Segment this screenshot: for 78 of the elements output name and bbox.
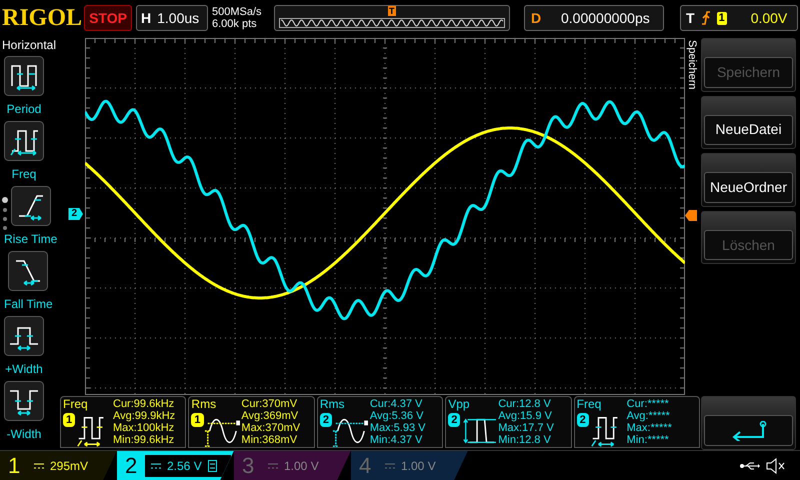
timebase-label: H [141, 8, 152, 28]
channel-badge: 2 [448, 413, 460, 427]
back-button[interactable] [701, 396, 796, 450]
measurement-value: Avg:369mV [241, 410, 300, 422]
channel-badge: 1 [191, 413, 204, 427]
nwidth-icon [4, 381, 44, 421]
measurement-value: Avg:***** [626, 410, 671, 422]
measurement-name: Freq [576, 397, 602, 411]
measure-button[interactable]: Fall Time [0, 251, 53, 316]
measurement-value: Cur:370mV [241, 398, 298, 410]
channel-tab[interactable]: 2 2.56 V [117, 450, 234, 480]
delay-value: 0.00000000ps [561, 8, 650, 28]
freq-icon [4, 121, 44, 161]
dc-coupling-icon [34, 462, 44, 468]
fall-icon [8, 251, 48, 291]
measurement-value: Max:***** [626, 422, 672, 434]
menu-title: Horizontal [1, 38, 56, 52]
channel-tab[interactable]: 3 1.00 V [234, 450, 351, 480]
measurement-value: Avg:15.9 V [498, 410, 553, 422]
measurement-value: Cur:***** [626, 398, 670, 410]
measurement-name: Vpp [448, 397, 471, 411]
dc-coupling-icon [268, 462, 278, 468]
channel-badge: 1 [63, 413, 76, 427]
measure-button[interactable]: Freq [0, 121, 44, 186]
usb-icon [740, 460, 760, 470]
menu-side-label: Speichern [686, 40, 698, 90]
measurement-name: Freq [63, 397, 89, 411]
measure-button[interactable]: -Width [0, 381, 44, 446]
measurement-value: Min:4.37 V [370, 434, 424, 446]
measure-button[interactable]: Period [0, 56, 44, 121]
trigger-field[interactable]: T 1 0.00V [680, 5, 798, 31]
period-icon [4, 56, 44, 96]
brand-logo: RIGOL [2, 6, 80, 30]
measurement-value: Cur:99.6kHz [113, 398, 176, 410]
measurement-value: Max:370mV [241, 422, 300, 434]
measure-button[interactable]: +Width [0, 316, 44, 381]
pwidth-icon [4, 316, 44, 356]
delay-field[interactable]: D 0.00000000ps [524, 5, 664, 31]
sample-rate: 500MSa/s [212, 6, 263, 18]
measurement-value: Min:***** [626, 434, 670, 446]
trigger-level: 0.00V [750, 8, 788, 28]
measurement-value: Avg:99.9kHz [113, 410, 176, 422]
measurement-name: Rms [320, 397, 346, 411]
timebase-field[interactable]: H 1.00us [136, 5, 208, 31]
measurement-value: Cur:12.8 V [498, 398, 552, 410]
page-dots-icon [1, 196, 9, 232]
measurement-value: Max:100kHz [113, 422, 176, 434]
channel-tab[interactable]: 1 295mV [0, 450, 117, 480]
rise-icon [10, 186, 51, 226]
trigger-position-marker: T [388, 6, 396, 16]
measurement-value: Min:99.6kHz [113, 434, 176, 446]
measurement-name: Rms [191, 397, 218, 411]
speaker-muted-icon [766, 458, 786, 474]
measurement-value: Cur:4.37 V [370, 398, 424, 410]
measurement-value: Max:17.7 V [498, 422, 554, 434]
return-arrow-icon [730, 420, 766, 441]
waveform-strip-icon [279, 18, 505, 28]
measurement-value: Avg:5.36 V [370, 410, 424, 422]
softkey-button[interactable]: NeueOrdner [701, 153, 796, 207]
trigger-level-marker [685, 210, 697, 221]
dc-coupling-icon [385, 462, 395, 468]
rising-edge-icon [700, 11, 711, 25]
delay-label: D [531, 8, 542, 28]
channel-marker: 2 [68, 208, 83, 220]
memory-depth: 6.00k pts [212, 18, 258, 30]
measure-button[interactable]: Rise Time [0, 186, 58, 251]
trigger-channel-badge: 1 [716, 12, 727, 24]
measurement-value: Min:12.8 V [498, 434, 552, 446]
measurement-value: Min:368mV [241, 434, 298, 446]
run-state[interactable]: STOP [84, 5, 132, 31]
dc-coupling-icon [151, 462, 161, 468]
channel-tab[interactable]: 4 1.00 V [351, 450, 468, 480]
trigger-label: T [686, 8, 695, 28]
softkey-button[interactable]: NeueDatei [701, 96, 796, 150]
timebase-value: 1.00us [157, 8, 200, 28]
measurement-value: Max:5.93 V [370, 422, 426, 434]
channel-badge: 2 [320, 413, 332, 427]
channel-badge: 2 [576, 413, 589, 427]
